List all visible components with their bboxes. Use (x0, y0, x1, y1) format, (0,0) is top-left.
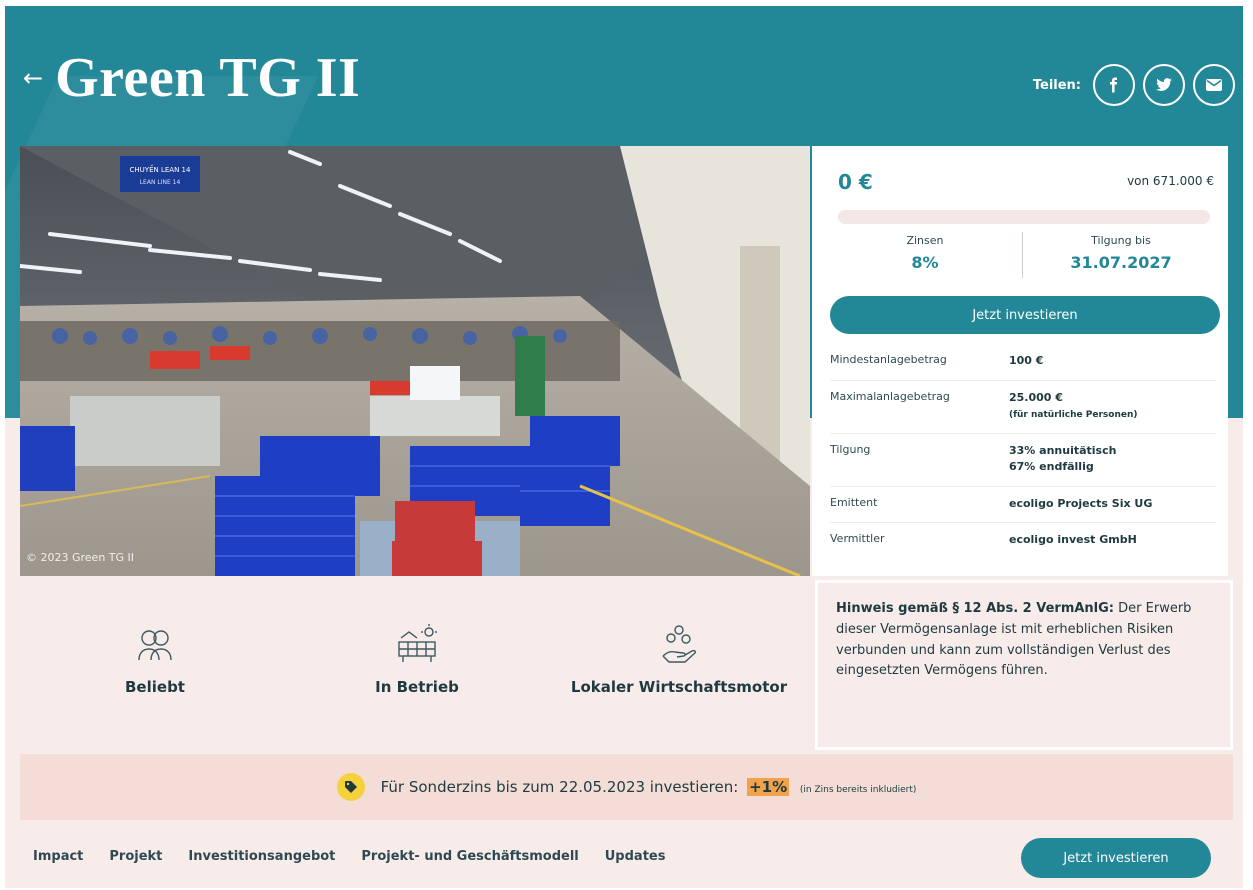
feature-operational: In Betrieb (307, 624, 527, 699)
repayment-stat: Tilgung bis 31.07.2027 (1032, 234, 1210, 272)
page: ← Green TG II Teilen: CHUYỀN LEAN 14 LEA… (5, 6, 1243, 888)
interest-value: 8% (911, 253, 939, 272)
detail-value: ecoligo invest GmbH (1009, 533, 1137, 546)
factory-floor-image: CHUYỀN LEAN 14 LEAN LINE 14 (20, 146, 810, 576)
detail-row-minimum: Mindestanlagebetrag 100 € (830, 344, 1216, 381)
detail-row-issuer: Emittent ecoligo Projects Six UG (830, 487, 1216, 523)
nav-invest-now-button[interactable]: Jetzt investieren (1021, 838, 1211, 878)
detail-value: ecoligo Projects Six UG (1009, 496, 1153, 510)
detail-value: 100 € (1009, 354, 1044, 367)
detail-key: Mindestanlagebetrag (830, 353, 947, 366)
nav-item-impact[interactable]: Impact (33, 849, 83, 864)
line-sign-text: CHUYỀN LEAN 14 (130, 164, 191, 174)
repayment-label: Tilgung bis (1091, 234, 1151, 247)
funding-progress-bar (838, 210, 1210, 224)
nav-item-project[interactable]: Projekt (109, 849, 162, 864)
feature-label: Beliebt (125, 678, 185, 696)
nav-item-investment-offer[interactable]: Investitionsangebot (188, 849, 335, 864)
detail-value-group: 25.000 € (für natürliche Personen) (1009, 390, 1138, 423)
share-twitter-button[interactable] (1143, 64, 1185, 106)
coins-hand-icon (662, 625, 696, 663)
detail-key: Tilgung (830, 442, 871, 456)
title-row: ← Green TG II (23, 50, 360, 106)
raised-amount: 0 € (838, 170, 873, 194)
bonus-interest-banner: Für Sonderzins bis zum 22.05.2023 invest… (20, 754, 1233, 820)
risk-notice-heading: Hinweis gemäß § 12 Abs. 2 VermAnlG: (836, 601, 1115, 616)
share-label: Teilen: (1032, 77, 1081, 93)
repayment-value: 31.07.2027 (1070, 253, 1172, 272)
detail-key: Maximalanlagebetrag (830, 389, 950, 403)
twitter-icon (1156, 78, 1172, 91)
page-title: Green TG II (55, 47, 361, 109)
detail-value: 25.000 € (1009, 390, 1063, 404)
facebook-icon (1110, 77, 1118, 93)
detail-value-2: 67% endfällig (1009, 460, 1094, 473)
feature-popular: Beliebt (45, 624, 265, 699)
project-photo: CHUYỀN LEAN 14 LEAN LINE 14 © 2023 Green… (20, 146, 810, 576)
stat-divider (1022, 232, 1023, 278)
interest-stat: Zinsen 8% (838, 234, 1012, 272)
tag-icon (336, 773, 365, 801)
investment-card: 0 € von 671.000 € Zinsen 8% Tilgung bis … (812, 146, 1228, 576)
investment-details: Mindestanlagebetrag 100 € Maximalanlageb… (830, 344, 1216, 559)
detail-row-repayment: Tilgung 33% annuitätisch 67% endfällig (830, 434, 1216, 487)
project-features: Beliebt In Betrieb Lokaler Wirtschaftsmo… (20, 580, 810, 750)
promo-note: (in Zins bereits inkludiert) (799, 785, 917, 795)
line-sign-subtext: LEAN LINE 14 (140, 179, 181, 186)
detail-row-broker: Vermittler ecoligo invest GmbH (830, 523, 1216, 559)
funding-goal: von 671.000 € (1127, 174, 1214, 188)
photo-credit: © 2023 Green TG II (26, 551, 135, 564)
feature-label: Lokaler Wirtschaftsmotor (570, 678, 788, 696)
detail-key: Emittent (830, 495, 878, 509)
detail-value: 33% annuitätisch (1009, 443, 1117, 457)
interest-label: Zinsen (906, 234, 944, 247)
invest-now-button[interactable]: Jetzt investieren (830, 296, 1220, 334)
risk-notice: Hinweis gemäß § 12 Abs. 2 VermAnlG: Der … (815, 580, 1233, 750)
promo-text: Für Sonderzins bis zum 22.05.2023 invest… (380, 778, 739, 796)
people-icon (138, 630, 172, 661)
section-nav: Impact Projekt Investitionsangebot Proje… (33, 849, 665, 864)
feature-label: In Betrieb (375, 678, 459, 696)
mail-icon (1206, 79, 1222, 91)
detail-value-group: 33% annuitätisch 67% endfällig (1009, 443, 1116, 476)
share-facebook-button[interactable] (1093, 64, 1135, 106)
detail-key: Vermittler (830, 532, 885, 545)
feature-local-economy: Lokaler Wirtschaftsmotor (569, 624, 789, 699)
promo-bonus: +1% (747, 778, 790, 796)
nav-item-updates[interactable]: Updates (605, 849, 666, 864)
back-arrow-icon[interactable]: ← (23, 66, 43, 90)
detail-row-maximum: Maximalanlagebetrag 25.000 € (für natürl… (830, 381, 1216, 434)
share-bar: Teilen: (1033, 64, 1235, 106)
solar-plant-icon (398, 624, 437, 662)
nav-item-business-model[interactable]: Projekt- und Geschäftsmodell (361, 849, 578, 864)
detail-note: (für natürliche Personen) (1009, 410, 1138, 420)
share-mail-button[interactable] (1193, 64, 1235, 106)
promo-text-group: Für Sonderzins bis zum 22.05.2023 invest… (380, 778, 917, 796)
